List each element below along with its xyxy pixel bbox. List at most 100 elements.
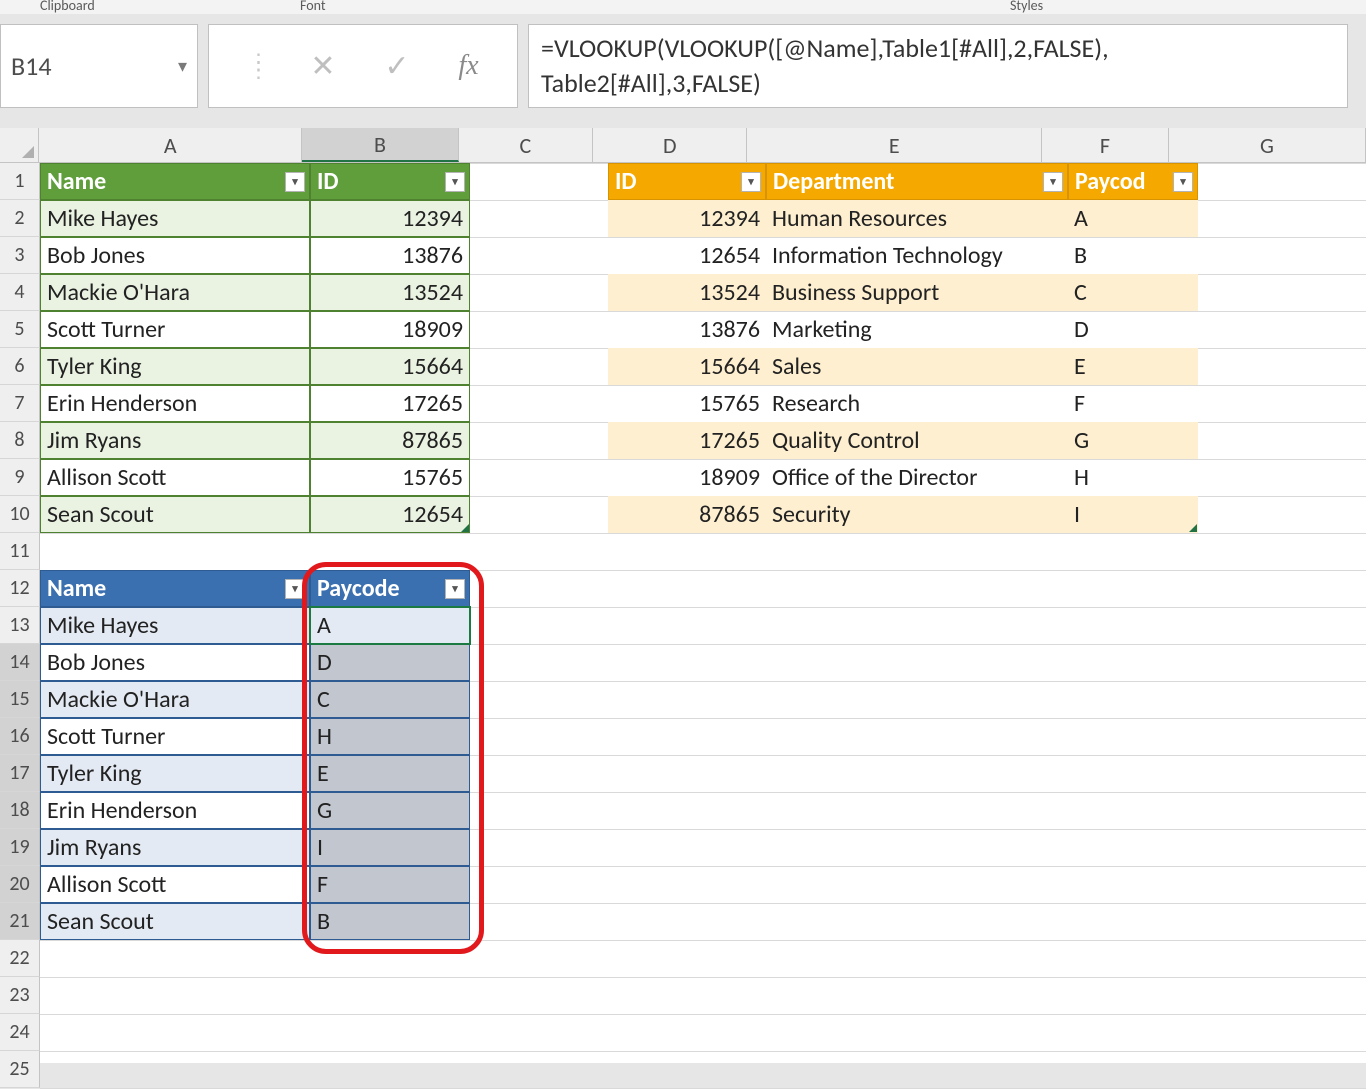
cell-D1[interactable]: ID▾ bbox=[608, 163, 766, 200]
filter-dropdown-icon[interactable]: ▾ bbox=[285, 579, 305, 599]
row-header-20[interactable]: 20 bbox=[0, 866, 40, 903]
cell-A1[interactable]: Name▾ bbox=[40, 163, 310, 200]
select-all-corner[interactable] bbox=[0, 128, 39, 162]
cell-E10[interactable]: Security bbox=[766, 496, 1068, 533]
filter-dropdown-icon[interactable]: ▾ bbox=[1043, 172, 1063, 192]
cell-D8[interactable]: 17265 bbox=[608, 422, 766, 459]
cell-A21[interactable]: Sean Scout bbox=[40, 903, 310, 940]
cell-B8[interactable]: 87865 bbox=[310, 422, 470, 459]
row-header-2[interactable]: 2 bbox=[0, 200, 40, 237]
cell-A12[interactable]: Name▾ bbox=[40, 570, 310, 607]
cell-A4[interactable]: Mackie O'Hara bbox=[40, 274, 310, 311]
cell-B7[interactable]: 17265 bbox=[310, 385, 470, 422]
cell-B5[interactable]: 18909 bbox=[310, 311, 470, 348]
row-header-21[interactable]: 21 bbox=[0, 903, 40, 940]
cell-B2[interactable]: 12394 bbox=[310, 200, 470, 237]
row-header-25[interactable]: 25 bbox=[0, 1051, 40, 1088]
filter-dropdown-icon[interactable]: ▾ bbox=[445, 579, 465, 599]
cell-D4[interactable]: 13524 bbox=[608, 274, 766, 311]
cell-E2[interactable]: Human Resources bbox=[766, 200, 1068, 237]
fx-icon[interactable]: fx bbox=[458, 50, 478, 82]
cell-B10[interactable]: 12654 bbox=[310, 496, 470, 533]
cell-A3[interactable]: Bob Jones bbox=[40, 237, 310, 274]
cell-B17[interactable]: E bbox=[310, 755, 470, 792]
row-header-16[interactable]: 16 bbox=[0, 718, 40, 755]
cell-A20[interactable]: Allison Scott bbox=[40, 866, 310, 903]
cell-B21[interactable]: B bbox=[310, 903, 470, 940]
cell-A9[interactable]: Allison Scott bbox=[40, 459, 310, 496]
col-header-d[interactable]: D bbox=[593, 128, 747, 162]
cell-A2[interactable]: Mike Hayes bbox=[40, 200, 310, 237]
enter-icon[interactable]: ✓ bbox=[384, 48, 409, 85]
col-header-c[interactable]: C bbox=[459, 128, 594, 162]
row-header-14[interactable]: 14 bbox=[0, 644, 40, 681]
cell-F1[interactable]: Paycod▾ bbox=[1068, 163, 1198, 200]
col-header-b[interactable]: B bbox=[302, 128, 458, 162]
row-header-17[interactable]: 17 bbox=[0, 755, 40, 792]
row-header-7[interactable]: 7 bbox=[0, 385, 40, 422]
cell-A5[interactable]: Scott Turner bbox=[40, 311, 310, 348]
col-header-g[interactable]: G bbox=[1169, 128, 1366, 162]
cell-E4[interactable]: Business Support bbox=[766, 274, 1068, 311]
cell-A7[interactable]: Erin Henderson bbox=[40, 385, 310, 422]
cell-E9[interactable]: Office of the Director bbox=[766, 459, 1068, 496]
cell-B19[interactable]: I bbox=[310, 829, 470, 866]
cell-D6[interactable]: 15664 bbox=[608, 348, 766, 385]
row-header-13[interactable]: 13 bbox=[0, 607, 40, 644]
cell-A13[interactable]: Mike Hayes bbox=[40, 607, 310, 644]
cell-B14[interactable]: D bbox=[310, 644, 470, 681]
row-header-22[interactable]: 22 bbox=[0, 940, 40, 977]
cancel-icon[interactable]: ✕ bbox=[310, 48, 335, 85]
name-box[interactable]: B14 ▾ bbox=[0, 24, 198, 108]
cell-F9[interactable]: H bbox=[1068, 459, 1198, 496]
cell-D2[interactable]: 12394 bbox=[608, 200, 766, 237]
col-header-e[interactable]: E bbox=[747, 128, 1042, 162]
cell-A19[interactable]: Jim Ryans bbox=[40, 829, 310, 866]
cell-F3[interactable]: B bbox=[1068, 237, 1198, 274]
cell-B13[interactable]: A bbox=[310, 607, 470, 644]
cell-B20[interactable]: F bbox=[310, 866, 470, 903]
cell-A16[interactable]: Scott Turner bbox=[40, 718, 310, 755]
cell-E1[interactable]: Department▾ bbox=[766, 163, 1068, 200]
row-header-6[interactable]: 6 bbox=[0, 348, 40, 385]
filter-dropdown-icon[interactable]: ▾ bbox=[285, 172, 305, 192]
cell-F2[interactable]: A bbox=[1068, 200, 1198, 237]
cell-B18[interactable]: G bbox=[310, 792, 470, 829]
cell-A6[interactable]: Tyler King bbox=[40, 348, 310, 385]
cell-A14[interactable]: Bob Jones bbox=[40, 644, 310, 681]
cell-B3[interactable]: 13876 bbox=[310, 237, 470, 274]
cell-B1[interactable]: ID▾ bbox=[310, 163, 470, 200]
row-header-18[interactable]: 18 bbox=[0, 792, 40, 829]
cell-E7[interactable]: Research bbox=[766, 385, 1068, 422]
row-header-4[interactable]: 4 bbox=[0, 274, 40, 311]
cell-B16[interactable]: H bbox=[310, 718, 470, 755]
cell-A18[interactable]: Erin Henderson bbox=[40, 792, 310, 829]
cell-D9[interactable]: 18909 bbox=[608, 459, 766, 496]
row-header-11[interactable]: 11 bbox=[0, 533, 40, 570]
row-header-24[interactable]: 24 bbox=[0, 1014, 40, 1051]
cell-B6[interactable]: 15664 bbox=[310, 348, 470, 385]
cell-F5[interactable]: D bbox=[1068, 311, 1198, 348]
col-header-f[interactable]: F bbox=[1042, 128, 1169, 162]
row-header-19[interactable]: 19 bbox=[0, 829, 40, 866]
cell-F7[interactable]: F bbox=[1068, 385, 1198, 422]
dropdown-icon[interactable]: ▾ bbox=[178, 55, 187, 77]
row-header-1[interactable]: 1 bbox=[0, 163, 40, 200]
row-header-15[interactable]: 15 bbox=[0, 681, 40, 718]
cell-E3[interactable]: Information Technology bbox=[766, 237, 1068, 274]
filter-dropdown-icon[interactable]: ▾ bbox=[741, 172, 761, 192]
cell-A10[interactable]: Sean Scout bbox=[40, 496, 310, 533]
cell-F6[interactable]: E bbox=[1068, 348, 1198, 385]
row-header-10[interactable]: 10 bbox=[0, 496, 40, 533]
filter-dropdown-icon[interactable]: ▾ bbox=[1173, 172, 1193, 192]
row-header-23[interactable]: 23 bbox=[0, 977, 40, 1014]
cell-E5[interactable]: Marketing bbox=[766, 311, 1068, 348]
row-header-8[interactable]: 8 bbox=[0, 422, 40, 459]
cell-B4[interactable]: 13524 bbox=[310, 274, 470, 311]
col-header-a[interactable]: A bbox=[39, 128, 302, 162]
cell-E6[interactable]: Sales bbox=[766, 348, 1068, 385]
cell-D7[interactable]: 15765 bbox=[608, 385, 766, 422]
cell-B12[interactable]: Paycode▾ bbox=[310, 570, 470, 607]
row-header-12[interactable]: 12 bbox=[0, 570, 40, 607]
row-header-5[interactable]: 5 bbox=[0, 311, 40, 348]
